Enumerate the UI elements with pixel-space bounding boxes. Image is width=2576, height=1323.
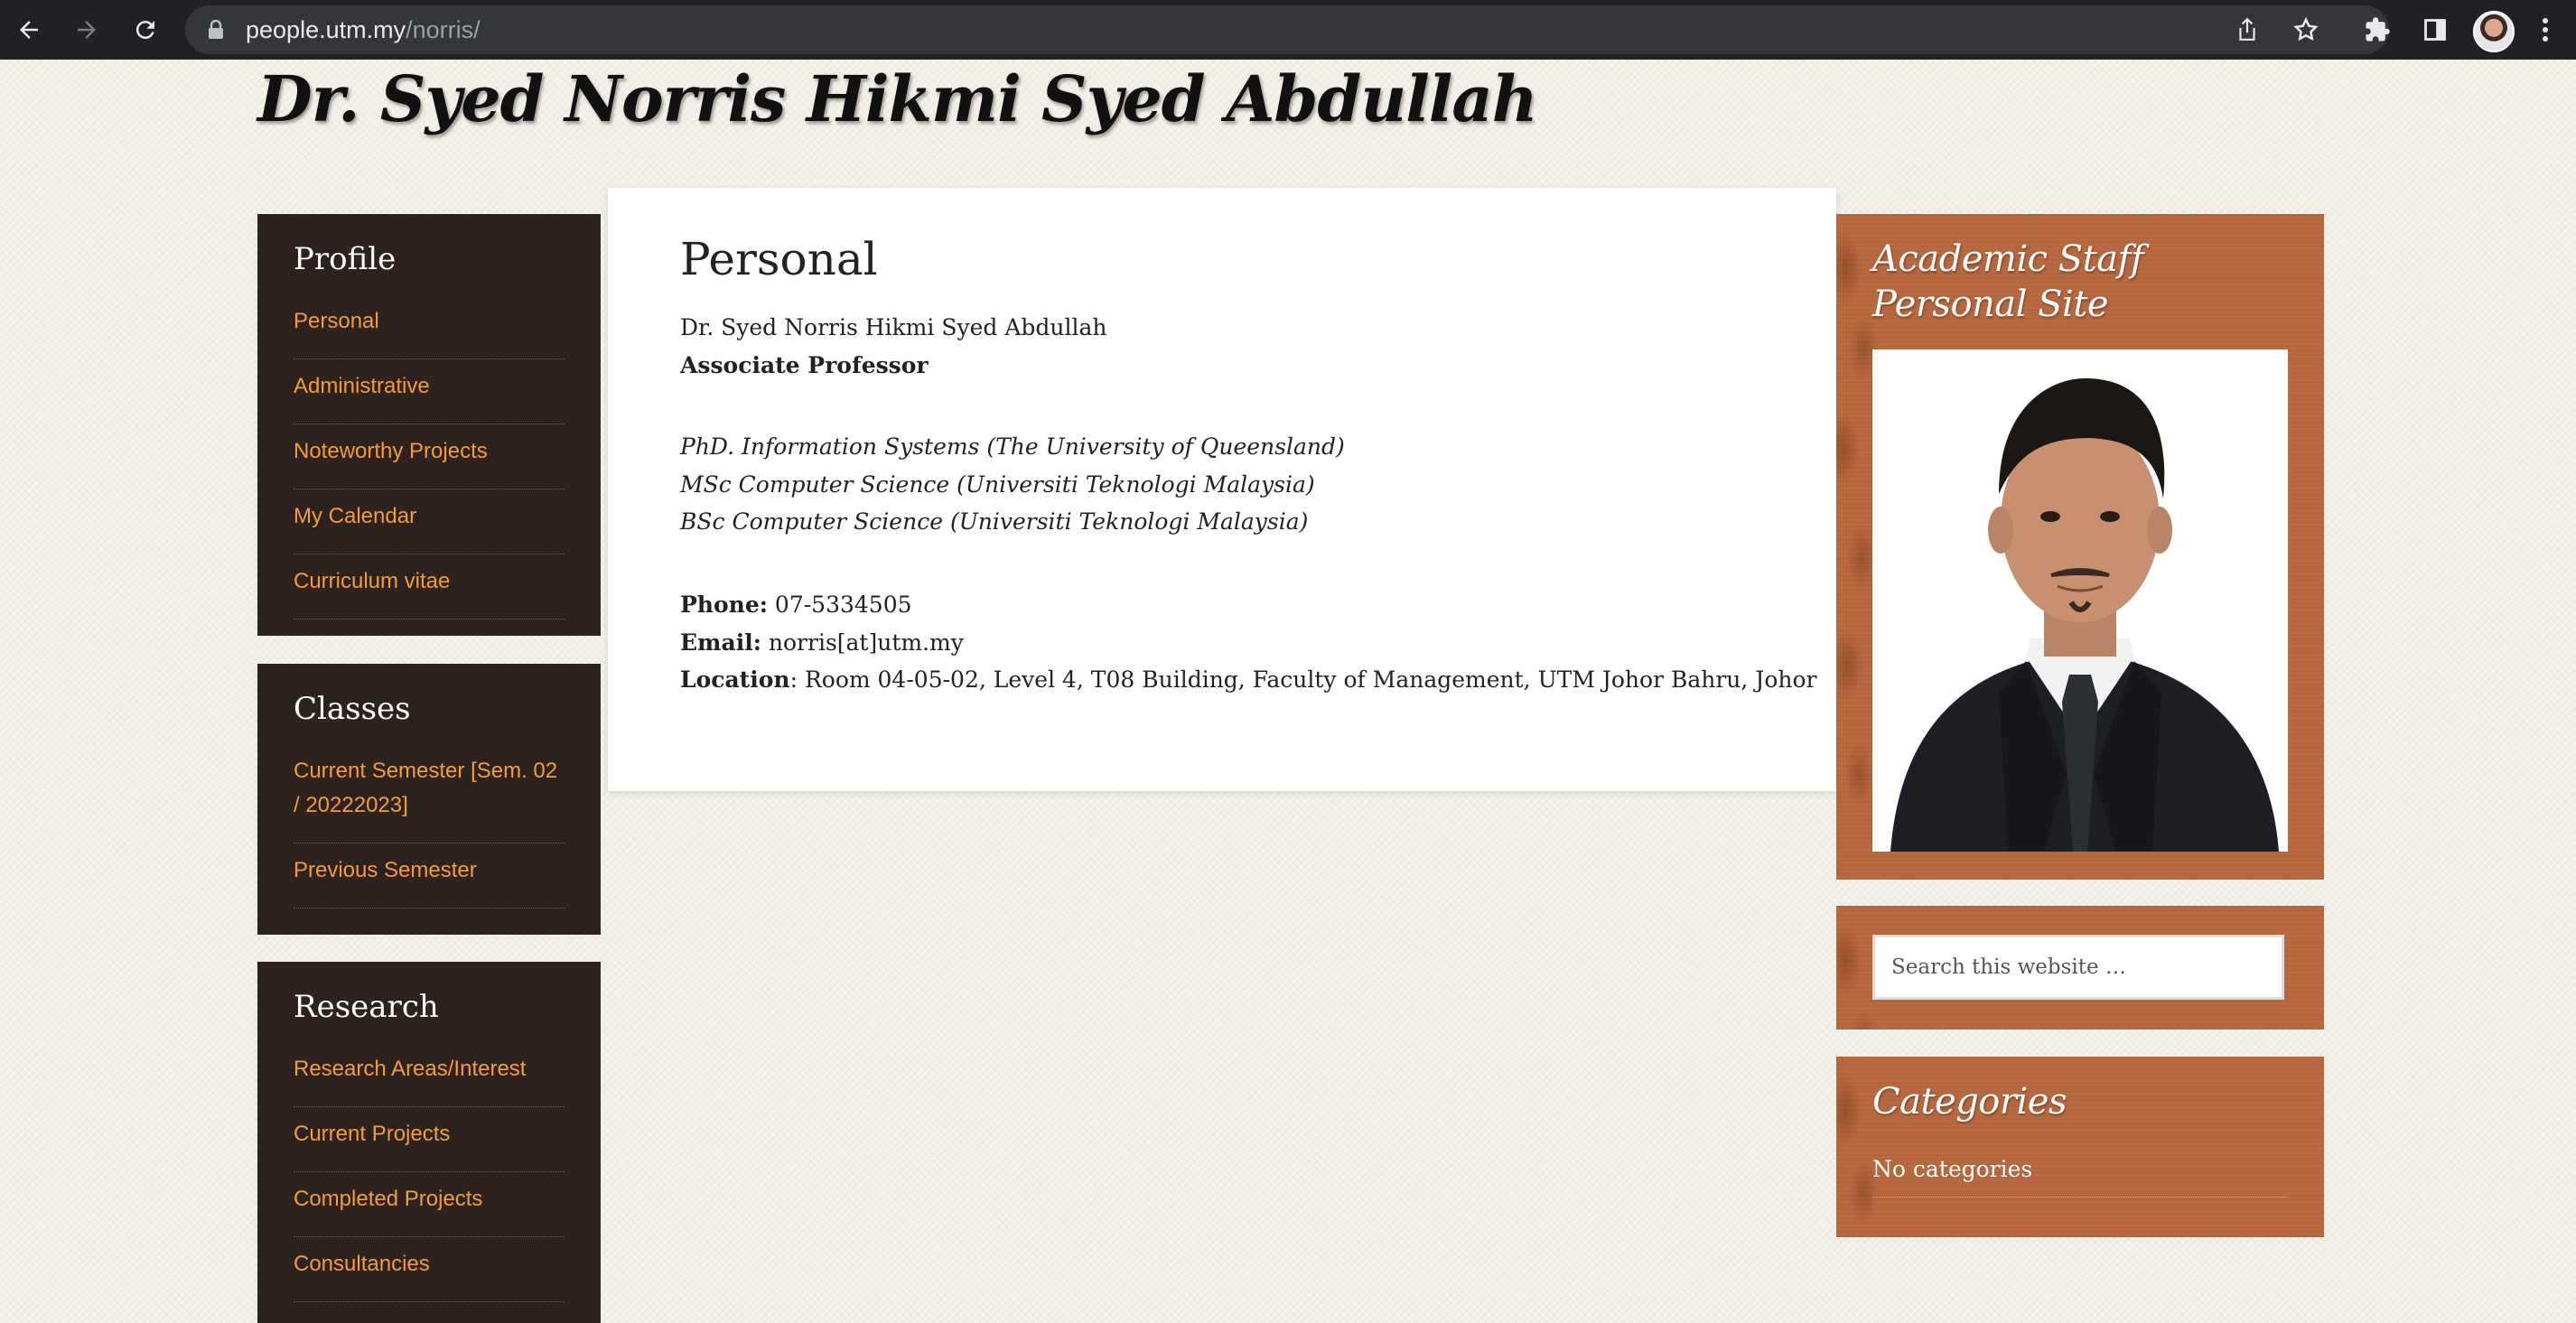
sidebar-item-completed-projects[interactable]: Completed Projects [294, 1172, 565, 1237]
degree-bsc: BSc Computer Science (Universiti Teknolo… [680, 508, 1309, 535]
search-widget [1836, 906, 2324, 1030]
share-icon [2239, 17, 2255, 41]
sidebar-item-previous-semester[interactable]: Previous Semester [294, 843, 565, 908]
degree-phd: PhD. Information Systems (The University… [680, 433, 1345, 460]
research-menu: Research Areas/Interest Current Projects… [294, 1052, 565, 1302]
staff-site-widget: Academic Staff Personal Site [1836, 214, 2324, 880]
forward-arrow-icon [78, 21, 96, 39]
location-value: : Room 04-05-02, Level 4, T08 Building, … [789, 666, 1817, 693]
share-button[interactable] [2225, 5, 2270, 54]
profile-heading: Profile [294, 241, 397, 277]
phone-line: Phone: 07-5334505 [680, 592, 912, 618]
location-line: Location: Room 04-05-02, Level 4, T08 Bu… [680, 666, 1816, 693]
url-text: people.utm.my/norris/ [246, 5, 481, 54]
sidebar-item-administrative[interactable]: Administrative [294, 359, 565, 424]
staff-site-heading: Academic Staff Personal Site [1872, 238, 2144, 325]
staff-position: Associate Professor [680, 352, 929, 378]
location-label: Location [680, 666, 790, 693]
bookmark-button[interactable] [2283, 5, 2329, 54]
sidebar-item-current-projects[interactable]: Current Projects [294, 1107, 565, 1172]
portrait-image [1872, 349, 2288, 852]
staff-name: Dr. Syed Norris Hikmi Syed Abdullah [680, 314, 1107, 340]
page-title: Personal [680, 233, 878, 285]
site-title[interactable]: Dr. Syed Norris Hikmi Syed Abdullah [257, 61, 1538, 136]
side-panel-button[interactable] [2410, 0, 2460, 60]
url-path: /norris/ [406, 16, 481, 43]
email-line: Email: norris[at]utm.my [680, 629, 964, 656]
search-input[interactable] [1872, 935, 2284, 1000]
main-content: Personal Dr. Syed Norris Hikmi Syed Abdu… [608, 188, 1836, 791]
phone-label: Phone: [680, 592, 768, 618]
side-panel-icon [2424, 19, 2446, 41]
degree-msc: MSc Computer Science (Universiti Teknolo… [680, 471, 1315, 498]
extensions-button[interactable] [2352, 0, 2403, 60]
back-button[interactable] [2, 0, 56, 60]
email-value: norris[at]utm.my [768, 629, 964, 656]
research-heading: Research [294, 989, 439, 1025]
profile-photo [1872, 349, 2288, 852]
more-vert-icon [2543, 18, 2548, 42]
categories-empty-text: No categories [1872, 1156, 2288, 1197]
url-domain: people.utm.my [246, 16, 406, 43]
lock-icon [209, 20, 223, 39]
classes-heading: Classes [294, 691, 411, 727]
profile-widget: Profile Personal Administrative Notewort… [257, 214, 601, 636]
browser-toolbar: people.utm.my/norris/ [0, 0, 2576, 60]
classes-menu: Current Semester [Sem. 02 / 20222023] Pr… [294, 754, 565, 908]
sidebar-item-personal[interactable]: Personal [294, 304, 565, 359]
profile-avatar[interactable] [2473, 11, 2515, 52]
reload-icon [135, 21, 154, 40]
sidebar-item-consultancies[interactable]: Consultancies [294, 1237, 565, 1302]
profile-menu: Personal Administrative Noteworthy Proje… [294, 304, 565, 620]
star-icon [2293, 16, 2319, 42]
address-bar[interactable]: people.utm.my/norris/ [185, 5, 2389, 54]
back-arrow-icon [20, 21, 38, 39]
classes-widget: Classes Current Semester [Sem. 02 / 2022… [257, 664, 601, 935]
categories-heading: Categories [1872, 1081, 2067, 1123]
phone-value: 07-5334505 [774, 592, 912, 618]
puzzle-icon [2366, 17, 2390, 42]
sidebar-item-research-areas[interactable]: Research Areas/Interest [294, 1052, 565, 1107]
sidebar-item-curriculum-vitae[interactable]: Curriculum vitae [294, 554, 565, 620]
position-title: Associate Professor [680, 352, 929, 378]
forward-button[interactable] [60, 0, 114, 60]
sidebar-item-noteworthy-projects[interactable]: Noteworthy Projects [294, 424, 565, 489]
menu-button[interactable] [2520, 0, 2571, 60]
sidebar-item-my-calendar[interactable]: My Calendar [294, 489, 565, 554]
sidebar-item-current-semester[interactable]: Current Semester [Sem. 02 / 20222023] [294, 754, 565, 843]
categories-widget: Categories No categories [1836, 1057, 2324, 1237]
reload-button[interactable] [118, 0, 173, 60]
research-widget: Research Research Areas/Interest Current… [257, 962, 601, 1323]
email-label: Email: [680, 629, 761, 656]
